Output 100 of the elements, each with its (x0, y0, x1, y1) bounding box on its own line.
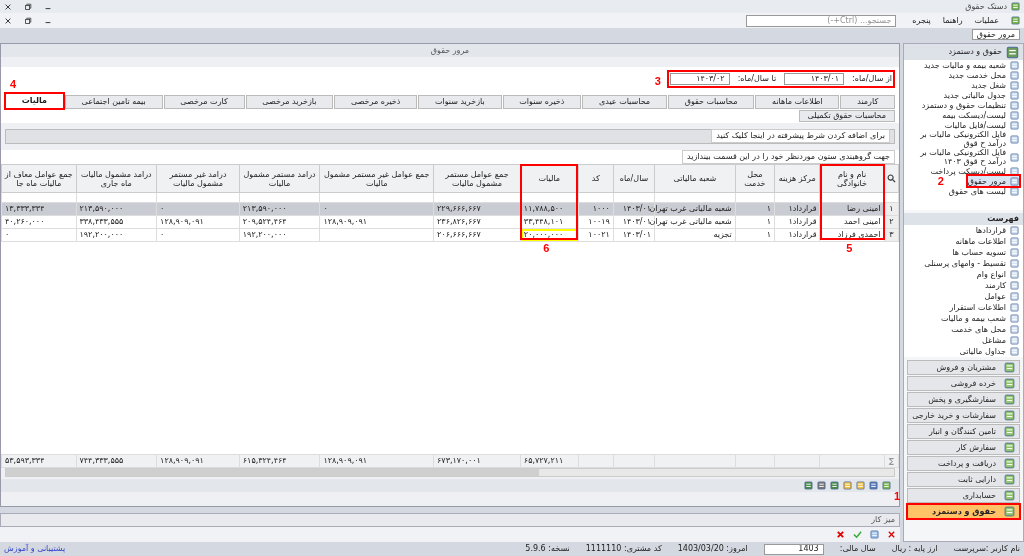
date-field[interactable]: ۱۴۰۳/۰۱ (784, 73, 845, 85)
module-button[interactable]: دریافت و پرداخت (907, 456, 1020, 471)
close-icon[interactable] (4, 16, 12, 25)
list-item[interactable]: اطلاعات ماهانه (955, 236, 1019, 247)
list-item[interactable]: محل های خدمت (951, 324, 1019, 335)
table-cell: قرارداد۱ (774, 202, 820, 216)
menu-item[interactable]: راهنما (942, 14, 963, 27)
column-header[interactable]: نام و نام خانوادگی (820, 164, 885, 193)
total-cell: ۱۲۸,۹۰۹,۰۹۱ (319, 454, 434, 468)
column-header[interactable]: شعبه مالیاتی (654, 164, 736, 193)
column-header[interactable]: درامد غیر مستمر مشمول مالیات (156, 164, 240, 193)
document-icon (1010, 70, 1019, 80)
document-tab[interactable]: مرور حقوق (971, 29, 1020, 40)
table-cell: ۰ (156, 228, 240, 242)
tab[interactable]: بیمه تامین اجتماعی (64, 95, 163, 109)
list-icon (1010, 325, 1019, 334)
list-item[interactable]: تقسیط - وامهای پرسنلی (924, 258, 1019, 269)
table-cell: ۱۹۲,۲۰۰,۰۰۰ (239, 228, 320, 242)
restore-icon[interactable] (24, 16, 32, 25)
list-item[interactable]: قراردادها (975, 225, 1019, 236)
document-icon (1010, 120, 1019, 130)
tab[interactable]: اطلاعات ماهانه (755, 95, 840, 109)
column-header[interactable]: درامد مستمر مشمول مالیات (239, 164, 320, 193)
document-icon (1010, 176, 1019, 186)
tab[interactable]: محاسبات عیدی (582, 95, 667, 109)
column-header[interactable]: سال/ماه (613, 164, 655, 193)
toolbar-icon (882, 481, 891, 490)
group-panel-hint: جهت گروهبندی ستون موردنظر خود را در این قسمت بیندازید (681, 150, 895, 164)
tab[interactable]: بازخرید مرخصی (245, 95, 334, 109)
module-button[interactable]: سفارشات و خرید خارجی (907, 408, 1020, 423)
close-icon[interactable] (4, 2, 12, 11)
module-button[interactable]: حسابداری (907, 488, 1020, 503)
total-cell: ۶۱۵,۳۲۴,۴۶۴ (239, 454, 320, 468)
column-header[interactable]: مرکز هزینه (774, 164, 820, 193)
search-field[interactable]: جستجو... (Ctrl+-) (746, 14, 897, 27)
app-icon (1011, 16, 1020, 25)
date-field[interactable]: ۱۴۰۳/۰۲ (669, 73, 730, 85)
sidebar-item[interactable]: فایل الکترونیکی مالیات بر درآمد ح قوق ۱۴۰۳ (909, 148, 1019, 166)
list-item[interactable]: کارمند (985, 280, 1019, 291)
column-header[interactable]: کد (578, 164, 614, 193)
filter-hint-button[interactable]: برای اضافه کردن شرط پیشرفته در اینجا کلیک کنید (711, 129, 890, 143)
column-header[interactable]: محل خدمت (735, 164, 775, 193)
tab[interactable]: کارمند (840, 95, 895, 109)
sidebar-item[interactable]: شغل جدید (971, 80, 1019, 90)
toolbar-icon (817, 481, 826, 490)
sidebar-item[interactable]: لیست/دیسکت پرداخت (930, 166, 1019, 176)
list-item[interactable]: جداول مالیاتی (959, 346, 1019, 357)
menu-item[interactable]: پنجره (912, 14, 931, 27)
delete-icon[interactable] (836, 530, 845, 539)
tab[interactable]: محاسبات حقوق تکمیلی (798, 110, 895, 122)
search-icon[interactable] (886, 174, 896, 183)
table-cell: ۲۰۶,۶۶۶,۶۶۷ (433, 228, 521, 242)
module-button[interactable]: تامین کنندگان و انبار (907, 424, 1020, 439)
support-link[interactable]: پشتیبانی و آموزش (4, 543, 66, 555)
toolbar-icon (843, 481, 852, 490)
column-header[interactable]: جمع عوامل مستمر مشمول مالیات (433, 164, 521, 193)
sidebar-item[interactable]: لیست/دیسکت بیمه (942, 110, 1019, 120)
total-cell: ۷۴۴,۳۳۳,۵۵۵ (76, 454, 157, 468)
menu-item[interactable]: عملیات (974, 14, 999, 27)
module-button[interactable]: مشتریان و فروش (907, 360, 1020, 375)
module-button[interactable]: خرده فروشی (907, 376, 1020, 391)
sidebar-item[interactable]: تنظیمات حقوق و دستمزد (921, 100, 1019, 110)
tab[interactable]: کارت مرخصی (163, 95, 245, 109)
check-icon[interactable] (853, 530, 862, 539)
sidebar-item[interactable]: فایل الکترونیکی مالیات بر درآمد ح قوق (909, 130, 1019, 148)
tab[interactable]: ذخیره مرخصی (334, 95, 418, 109)
list-item[interactable]: شعب بیمه و مالیات (941, 313, 1019, 324)
horizontal-scrollbar[interactable] (5, 468, 895, 477)
module-button[interactable]: سفارش کار (907, 440, 1020, 455)
sidebar-item[interactable]: جدول مالیاتی جدید (943, 90, 1019, 100)
app-title: دستک حقوق (965, 0, 1007, 13)
column-header[interactable]: جمع عوامل معاف از مالیات ماه جا (1, 164, 76, 193)
module-icon (1004, 474, 1015, 485)
close-icon[interactable] (887, 530, 896, 539)
sidebar-item[interactable]: لیست های حقوق (948, 186, 1019, 196)
list-item[interactable]: اطلاعات استقرار (949, 302, 1019, 313)
document-icon (1010, 90, 1019, 100)
tab[interactable]: محاسبات حقوق (667, 95, 755, 109)
table-cell: ۲۳۶,۸۲۶,۶۶۷ (433, 215, 521, 229)
list-item[interactable]: مشاغل (981, 335, 1019, 346)
restore-icon[interactable] (24, 2, 32, 11)
list-item[interactable]: تسویه حساب ها (952, 247, 1019, 258)
column-header[interactable]: جمع عوامل غیر مستمر مشمول مالیات (319, 164, 434, 193)
module-button[interactable]: سفارشگیری و پخش (907, 392, 1020, 407)
sidebar-item[interactable]: شعبه بیمه و مالیات جدید (924, 60, 1019, 70)
sidebar-item[interactable]: لیست/فایل مالیات (944, 120, 1019, 130)
list-item[interactable]: عوامل (984, 291, 1019, 302)
table-cell: ۱ (735, 228, 775, 242)
table-cell: ۰ (156, 202, 240, 216)
tab[interactable]: بازخرید سنوات (418, 95, 502, 109)
table-cell: ۱۲۸,۹۰۹,۰۹۱ (319, 215, 434, 229)
year-dropdown[interactable]: 1403 (763, 543, 824, 555)
module-button[interactable]: دارایی ثابت (907, 472, 1020, 487)
table-cell: ۱۴۰۳/۰۱ (613, 228, 655, 242)
sum-icon (887, 457, 895, 465)
list-item[interactable]: انواع وام (976, 269, 1019, 280)
toolbar-icon (830, 481, 839, 490)
tab[interactable]: ذخیره سنوات (502, 95, 582, 109)
column-header[interactable]: درامد مشمول مالیات ماه جاری (76, 164, 157, 193)
sidebar-item[interactable]: محل خدمت جدید (948, 70, 1019, 80)
